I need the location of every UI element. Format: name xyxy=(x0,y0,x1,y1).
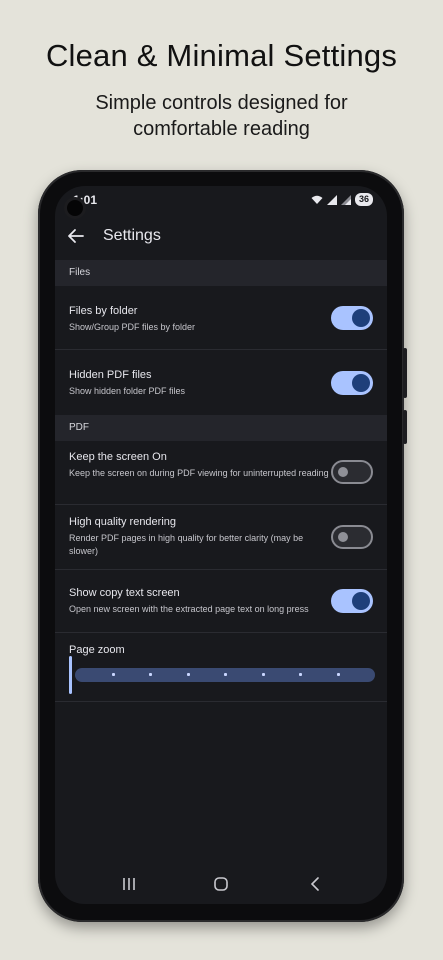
promo-headline: Clean & Minimal Settings xyxy=(45,38,398,73)
setting-description: Render PDF pages in high quality for bet… xyxy=(69,533,304,556)
toggle-switch[interactable] xyxy=(331,589,373,613)
toggle-switch[interactable] xyxy=(331,371,373,395)
toggle-switch[interactable] xyxy=(331,525,373,549)
setting-high-quality-rendering[interactable]: High quality rendering Render PDF pages … xyxy=(55,506,387,570)
setting-page-zoom: Page zoom xyxy=(55,634,387,702)
toggle-switch[interactable] xyxy=(331,306,373,330)
app-bar: Settings xyxy=(55,216,387,258)
page-title: Settings xyxy=(103,227,161,244)
home-icon[interactable] xyxy=(211,874,231,894)
arrow-left-icon[interactable] xyxy=(67,227,85,245)
zoom-slider-tick xyxy=(299,673,302,676)
setting-title: Show copy text screen xyxy=(69,587,180,599)
battery-indicator: 36 xyxy=(354,193,373,206)
signal-icon xyxy=(326,194,337,205)
section-header-pdf: PDF xyxy=(55,415,387,441)
section-header-files: Files xyxy=(55,260,387,286)
front-camera xyxy=(67,200,83,216)
phone-screen: 1:01 36 Settings Files Files by folder S… xyxy=(55,186,387,904)
zoom-slider-tick xyxy=(262,673,265,676)
setting-description: Open new screen with the extracted page … xyxy=(69,604,309,614)
back-chevron-icon[interactable] xyxy=(305,874,325,894)
setting-hidden-pdf-files[interactable]: Hidden PDF files Show hidden folder PDF … xyxy=(55,351,387,415)
zoom-slider-tick xyxy=(149,673,152,676)
setting-title: Page zoom xyxy=(69,644,125,656)
recents-icon[interactable] xyxy=(119,874,139,894)
setting-description: Show hidden folder PDF files xyxy=(69,386,186,396)
status-bar: 1:01 36 xyxy=(55,186,387,216)
phone-frame: 1:01 36 Settings Files Files by folder S… xyxy=(38,170,407,922)
setting-title: Files by folder xyxy=(69,305,138,317)
zoom-slider-handle[interactable] xyxy=(69,656,72,694)
volume-button xyxy=(403,348,407,398)
setting-description: Keep the screen on during PDF viewing fo… xyxy=(69,468,329,478)
power-button xyxy=(403,410,407,444)
wifi-icon xyxy=(311,195,323,204)
setting-title: Keep the screen On xyxy=(69,451,167,463)
setting-title: Hidden PDF files xyxy=(69,369,152,381)
zoom-slider-tick xyxy=(187,673,190,676)
signal-icon xyxy=(340,194,351,205)
promo-subline: Simple controls designed for comfortable… xyxy=(95,92,348,140)
system-nav-bar xyxy=(55,864,387,904)
setting-files-by-folder[interactable]: Files by folder Show/Group PDF files by … xyxy=(55,286,387,350)
setting-title: High quality rendering xyxy=(69,516,177,528)
setting-description: Show/Group PDF files by folder xyxy=(69,322,196,332)
zoom-slider-tick xyxy=(224,673,227,676)
setting-show-copy-text-screen[interactable]: Show copy text screen Open new screen wi… xyxy=(55,571,387,633)
setting-keep-screen-on[interactable]: Keep the screen On Keep the screen on du… xyxy=(55,441,387,505)
zoom-slider-tick xyxy=(337,673,340,676)
toggle-switch[interactable] xyxy=(331,460,373,484)
zoom-slider-tick xyxy=(112,673,115,676)
zoom-slider-track[interactable] xyxy=(75,668,375,682)
